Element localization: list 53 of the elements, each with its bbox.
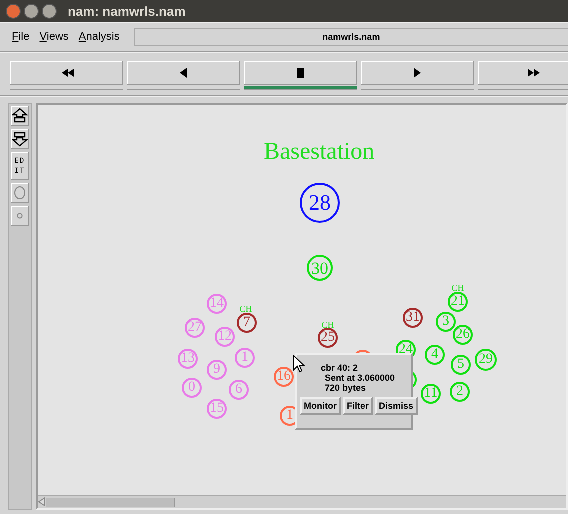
network-node: 29	[475, 349, 497, 371]
cluster-head-label: CH	[322, 320, 334, 330]
large-node-button[interactable]	[11, 183, 29, 203]
popup-button[interactable]: Filter	[343, 397, 374, 415]
small-circle-icon	[17, 213, 23, 219]
popup-button[interactable]: Dismiss	[375, 397, 418, 415]
packet-info-text: Sent at 3.060000	[325, 373, 396, 383]
network-node: 3	[436, 312, 456, 332]
network-node: 26	[453, 325, 473, 345]
network-node: 7	[237, 313, 257, 333]
zoom-in-button[interactable]	[11, 106, 29, 126]
close-button[interactable]	[6, 4, 21, 18]
network-node: 14	[207, 294, 227, 314]
circle-icon	[14, 186, 26, 200]
network-node: 13	[178, 349, 198, 369]
network-node: 6	[229, 380, 249, 400]
minimize-button[interactable]	[24, 4, 39, 18]
window-title: nam: namwrls.nam	[68, 4, 186, 18]
down-arrow-icon	[12, 131, 28, 147]
network-node: 0	[182, 378, 202, 398]
network-node: 1	[235, 348, 255, 368]
packet-info-text: cbr 40: 2	[321, 363, 360, 373]
menu-item[interactable]: File	[12, 31, 30, 43]
cluster-head-label: CH	[240, 304, 252, 314]
network-node: 4	[425, 345, 445, 365]
cluster-head-label: CH	[452, 283, 464, 293]
maximize-button[interactable]	[42, 4, 57, 18]
network-node: 30	[307, 255, 333, 281]
network-node: 31	[403, 308, 423, 328]
stop-button[interactable]	[244, 61, 357, 85]
network-node: 15	[207, 399, 227, 419]
network-node: 12	[215, 327, 235, 347]
menu-item[interactable]: Views	[40, 31, 69, 43]
network-node: 27	[185, 318, 205, 338]
horizontal-scrollbar[interactable]	[38, 495, 566, 508]
file-name-field: namwrls.nam	[134, 28, 568, 46]
menu-item[interactable]: Analysis	[78, 31, 120, 43]
popup-button[interactable]: Monitor	[300, 397, 341, 415]
forward-button[interactable]	[478, 61, 568, 85]
basestation-label: Basestation	[264, 139, 375, 166]
network-node: 21	[448, 292, 468, 312]
network-node: 11	[421, 384, 441, 404]
network-node: 9	[207, 360, 227, 380]
rewind-button[interactable]	[10, 61, 123, 85]
network-node: 28	[300, 183, 340, 223]
up-arrow-icon	[12, 108, 28, 124]
network-node: 2	[450, 382, 470, 402]
network-node: 5	[451, 355, 471, 375]
small-node-button[interactable]	[11, 206, 29, 226]
mouse-cursor-icon	[293, 355, 305, 373]
network-node: 25	[318, 328, 338, 348]
packet-info-text: 720 bytes	[325, 383, 368, 393]
zoom-out-button[interactable]	[11, 129, 29, 149]
